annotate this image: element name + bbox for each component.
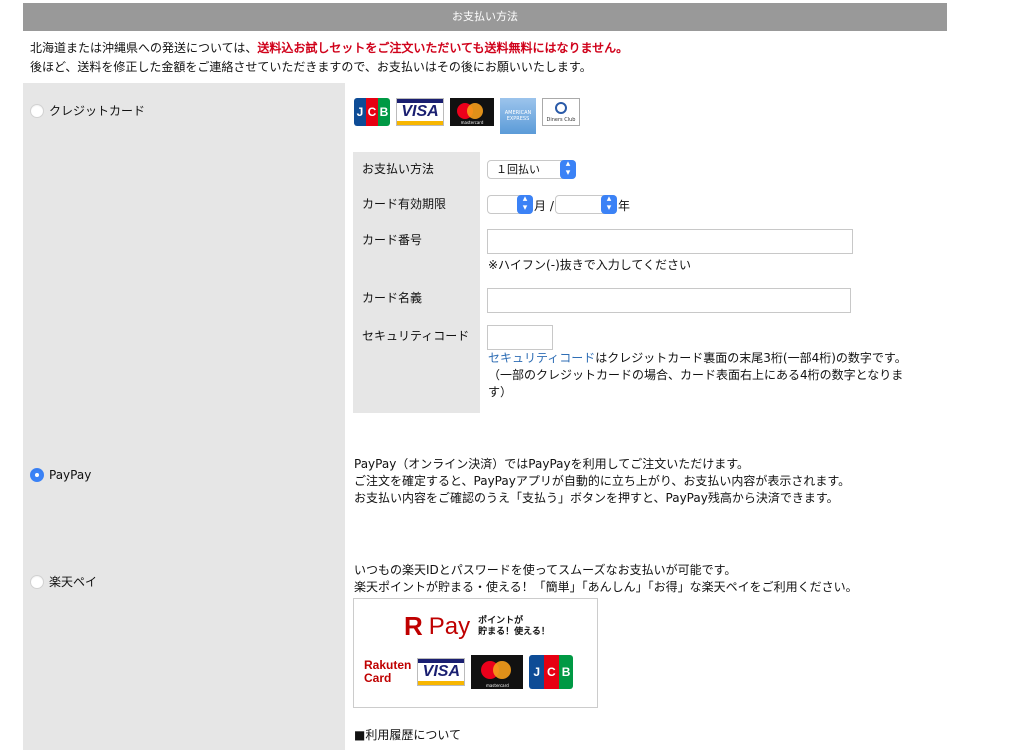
year-unit: 年 bbox=[618, 199, 631, 213]
paypay-desc-1: PayPay（オンライン決済）ではPayPayを利用してご注文いただけます。 bbox=[354, 457, 750, 471]
card-name-input[interactable] bbox=[487, 288, 851, 313]
payment-installments-label: お支払い方法 bbox=[362, 162, 435, 176]
rakuten-card-logos: Rakuten Card VISA mastercard J C B bbox=[364, 655, 574, 689]
credit-form-labels-bg bbox=[353, 152, 480, 413]
jcb-letter-b: B bbox=[558, 655, 574, 689]
paypay-desc-2: ご注文を確定すると、PayPayアプリが自動的に立ち上がり、お支払い内容が表示さ… bbox=[354, 474, 851, 488]
amex-logo: AMERICAN EXPRESS bbox=[500, 98, 536, 134]
mastercard-logo: mastercard bbox=[450, 98, 494, 126]
month-unit: 月 / bbox=[534, 199, 554, 213]
credit-card-radio[interactable] bbox=[30, 103, 44, 118]
paypay-description: PayPay（オンライン決済）ではPayPayを利用してご注文いただけます。 ご… bbox=[354, 456, 850, 507]
mastercard-logo: mastercard bbox=[471, 655, 524, 689]
card-logos: J C B VISA mastercard AMERICAN EXPRESS D… bbox=[354, 98, 580, 134]
expiry-label: カード有効期限 bbox=[362, 197, 447, 211]
security-note-2: （一部のクレジットカードの場合、カード表面右上にある4桁の数字となりま bbox=[488, 368, 904, 382]
rakuten-desc-2: 楽天ポイントが貯まる・使える！「簡単」「あんしん」「お得」な楽天ペイをご利用くだ… bbox=[354, 580, 858, 594]
rakuten-pay-logo: R Pay ポイントが 貯まる！使える！ bbox=[404, 611, 550, 642]
notice-suffix: 。 bbox=[616, 41, 629, 55]
section-header: お支払い方法 bbox=[23, 3, 947, 31]
paypay-radio[interactable] bbox=[30, 468, 44, 482]
method-column bbox=[23, 83, 345, 750]
section-title: お支払い方法 bbox=[452, 10, 518, 23]
visa-logo: VISA bbox=[417, 658, 466, 686]
rakuten-description: いつもの楽天IDとパスワードを使ってスムーズなお支払いが可能です。 楽天ポイント… bbox=[354, 562, 858, 596]
mastercard-text: mastercard bbox=[460, 120, 484, 125]
rpay-r: R bbox=[404, 611, 423, 641]
rpay-tag-1: ポイントが bbox=[478, 615, 524, 626]
jcb-letter-j: J bbox=[529, 655, 545, 689]
rakuten-card-1: Rakuten bbox=[364, 658, 412, 672]
security-code-link[interactable]: セキュリティコード bbox=[488, 351, 595, 365]
shipping-notice: 北海道または沖縄県への発送については、送料込お試しセットをご注文いただいても送料… bbox=[30, 39, 628, 77]
select-arrows-icon: ▴ ▾ bbox=[560, 160, 576, 179]
method-paypay[interactable]: PayPay bbox=[30, 468, 91, 482]
rakuten-card-logo: Rakuten Card bbox=[364, 659, 411, 685]
security-code-label: セキュリティコード bbox=[362, 329, 470, 343]
expiry-month-select[interactable]: ▴ ▾ bbox=[487, 195, 533, 214]
security-note-1: はクレジットカード裏面の末尾3桁(一部4桁)の数字です。 bbox=[595, 351, 907, 365]
rakuten-card-2: Card bbox=[364, 671, 392, 685]
select-arrows-icon: ▴ ▾ bbox=[601, 195, 617, 214]
method-credit-card[interactable]: クレジットカード bbox=[30, 102, 145, 119]
card-name-label: カード名義 bbox=[362, 291, 423, 305]
rakuten-pay-banner: R Pay ポイントが 貯まる！使える！ Rakuten Card VISA m… bbox=[353, 598, 598, 708]
rpay-pay: Pay bbox=[428, 612, 471, 640]
security-code-input[interactable] bbox=[487, 325, 553, 350]
jcb-letter-c: C bbox=[544, 655, 559, 689]
credit-card-label[interactable]: クレジットカード bbox=[49, 102, 145, 119]
rpay-tag-2: 貯まる！使える！ bbox=[478, 626, 550, 637]
paypay-label[interactable]: PayPay bbox=[49, 468, 91, 482]
jcb-letter-c: C bbox=[366, 98, 378, 126]
select-arrows-icon: ▴ ▾ bbox=[517, 195, 533, 214]
security-note-3: す） bbox=[488, 385, 513, 399]
visa-logo: VISA bbox=[396, 98, 444, 126]
installments-value: １回払い bbox=[496, 163, 540, 176]
paypay-desc-3: お支払い内容をご確認のうえ「支払う」ボタンを押すと、PayPay残高から決済でき… bbox=[354, 491, 839, 505]
usage-history-title: ■利用履歴について bbox=[354, 728, 461, 742]
rakuten-desc-1: いつもの楽天IDとパスワードを使ってスムーズなお支払いが可能です。 bbox=[354, 563, 737, 577]
mastercard-text: mastercard bbox=[485, 683, 509, 688]
card-number-note: ※ハイフン(-)抜きで入力してください bbox=[488, 258, 692, 272]
security-code-note: セキュリティコードはクレジットカード裏面の末尾3桁(一部4桁)の数字です。 （一… bbox=[488, 350, 928, 401]
card-number-input[interactable] bbox=[487, 229, 853, 254]
expiry-year-select[interactable]: ▴ ▾ bbox=[555, 195, 617, 214]
method-rakuten-pay[interactable]: 楽天ペイ bbox=[30, 573, 97, 590]
notice-warning: 送料込お試しセットをご注文いただいても送料無料にはなりません bbox=[257, 41, 617, 55]
diners-logo: Diners Club bbox=[542, 98, 580, 126]
jcb-letter-b: B bbox=[378, 98, 390, 126]
diners-text: Diners Club bbox=[546, 117, 576, 123]
notice-line-2: 後ほど、送料を修正した金額をご連絡させていただきますので、お支払いはその後にお願… bbox=[30, 60, 592, 74]
rakuten-pay-radio[interactable] bbox=[30, 574, 44, 589]
card-number-label: カード番号 bbox=[362, 233, 423, 247]
jcb-logo: J C B bbox=[354, 98, 390, 126]
notice-prefix: 北海道または沖縄県への発送については、 bbox=[30, 41, 258, 55]
rpay-tagline: ポイントが 貯まる！使える！ bbox=[478, 616, 550, 638]
installments-select[interactable]: １回払い ▴ ▾ bbox=[487, 160, 576, 179]
jcb-logo: J C B bbox=[529, 655, 574, 689]
jcb-letter-j: J bbox=[354, 98, 366, 126]
notice-line-1: 北海道または沖縄県への発送については、送料込お試しセットをご注文いただいても送料… bbox=[30, 39, 628, 58]
rakuten-pay-label[interactable]: 楽天ペイ bbox=[49, 573, 97, 590]
